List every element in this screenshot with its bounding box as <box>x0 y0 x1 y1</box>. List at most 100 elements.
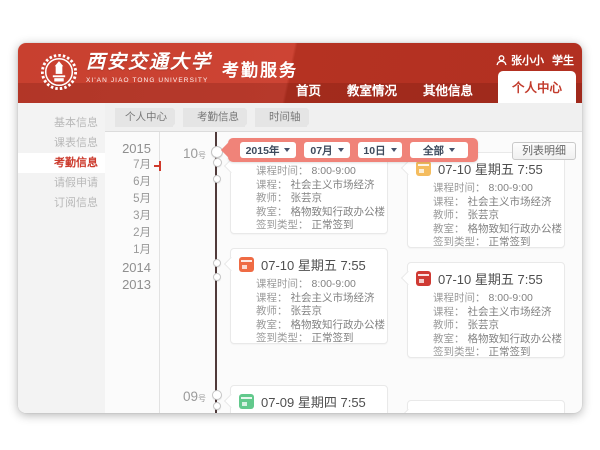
field-value: 张芸京 <box>468 209 500 221</box>
timeline-dot <box>213 158 222 167</box>
sidebar: 基本信息 课表信息 考勤信息 请假申请 订阅信息 <box>18 103 105 413</box>
calendar-icon <box>416 271 431 286</box>
field-label: 教室： <box>433 223 465 235</box>
field-value: 正常签到 <box>489 236 531 248</box>
timeline-nav-jan[interactable]: 1月 <box>105 242 159 259</box>
field-row: 课程：社会主义市场经济 <box>256 179 379 193</box>
field-label: 教室： <box>433 333 465 345</box>
field-value: 8:00-9:00 <box>489 182 533 194</box>
chevron-down-icon <box>391 148 397 152</box>
attendance-card[interactable]: 07-09 星期四 7:55 <box>230 385 388 413</box>
field-label: 课程： <box>256 179 288 191</box>
timeline-nav-2014[interactable]: 2014 <box>105 259 159 276</box>
year-select-value: 2015年 <box>246 143 280 158</box>
field-label: 教师： <box>433 209 465 221</box>
chevron-down-icon <box>449 148 455 152</box>
card-fields: 课程时间：8:00-9:00 课程：社会主义市场经济 教师：张芸京 教室：格物致… <box>433 292 556 360</box>
nav-item-classrooms[interactable]: 教室情况 <box>334 80 410 99</box>
breadcrumb-bar: 个人中心 考勤信息 时间轴 <box>105 103 582 132</box>
field-value: 格物致知行政办公楼 <box>468 333 563 345</box>
breadcrumb-personal-center[interactable]: 个人中心 <box>115 108 173 127</box>
card-date: 07-09 星期四 7:55 <box>261 392 366 411</box>
nav-item-home[interactable]: 首页 <box>283 80 334 99</box>
timeline-dot <box>212 390 222 400</box>
field-row: 教师：张芸京 <box>256 192 379 206</box>
attendance-card-partial[interactable] <box>407 400 565 413</box>
field-row: 课程时间：8:00-9:00 <box>433 182 556 196</box>
university-logo-icon <box>40 53 78 91</box>
field-value: 8:00-9:00 <box>312 165 356 177</box>
day-number: 09 <box>183 389 198 404</box>
field-row: 教室：格物致知行政办公楼 <box>256 319 379 333</box>
field-label: 课程时间： <box>433 182 486 194</box>
user-name: 张小小 <box>511 52 544 68</box>
nav-tab-personal-center[interactable]: 个人中心 <box>498 71 576 103</box>
sidebar-item-subscription-info[interactable]: 订阅信息 <box>18 193 105 213</box>
field-value: 张芸京 <box>468 319 500 331</box>
card-header: 07-09 星期四 7:55 <box>239 392 379 411</box>
timeline-dot <box>213 402 221 410</box>
day-label-09: 09号 <box>160 388 206 406</box>
day-select[interactable]: 10日 <box>358 142 402 158</box>
field-label: 教室： <box>256 319 288 331</box>
field-label: 签到类型： <box>433 346 486 358</box>
month-select[interactable]: 07月 <box>304 142 350 158</box>
main-nav: 首页 教室情况 其他信息 个人中心 <box>283 71 576 103</box>
card-header: 07-10 星期五 7:55 <box>239 255 379 274</box>
category-select[interactable]: 全部 <box>410 142 468 158</box>
year-select[interactable]: 2015年 <box>240 142 296 158</box>
calendar-icon <box>239 394 254 409</box>
field-value: 张芸京 <box>291 192 323 204</box>
sidebar-item-leave-request[interactable]: 请假申请 <box>18 173 105 193</box>
timeline-nav-feb[interactable]: 2月 <box>105 225 159 242</box>
attendance-card[interactable]: 07-10 星期五 7:55 课程时间：8:00-9:00 课程：社会主义市场经… <box>407 152 565 248</box>
app-window: 西安交通大学 XI'AN JIAO TONG UNIVERSITY 考勤服务 张… <box>18 43 582 413</box>
field-label: 课程时间： <box>256 278 309 290</box>
timeline-nav-jun[interactable]: 6月 <box>105 174 159 191</box>
field-value: 格物致知行政办公楼 <box>468 223 563 235</box>
card-fields: 课程时间：8:00-9:00 课程：社会主义市场经济 教师：张芸京 教室：格物致… <box>256 278 379 346</box>
field-row: 课程：社会主义市场经济 <box>433 306 556 320</box>
field-value: 8:00-9:00 <box>312 278 356 290</box>
timeline-nav-mar[interactable]: 3月 <box>105 208 159 225</box>
sidebar-item-basic-info[interactable]: 基本信息 <box>18 113 105 133</box>
brand-area: 西安交通大学 XI'AN JIAO TONG UNIVERSITY 考勤服务 <box>40 51 298 91</box>
field-value: 格物致知行政办公楼 <box>291 319 386 331</box>
card-fields: 课程时间：8:00-9:00 课程：社会主义市场经济 教师：张芸京 教室：格物致… <box>256 165 379 233</box>
breadcrumb: 个人中心 考勤信息 时间轴 <box>115 108 317 127</box>
attendance-card[interactable]: 07-10 星期五 7:55 课程时间：8:00-9:00 课程：社会主义市场经… <box>230 248 388 344</box>
chevron-down-icon <box>284 148 290 152</box>
field-label: 签到类型： <box>256 219 309 231</box>
field-value: 格物致知行政办公楼 <box>291 206 386 218</box>
month-select-value: 07月 <box>310 143 332 158</box>
field-label: 课程时间： <box>256 165 309 177</box>
field-row: 教室：格物致知行政办公楼 <box>433 333 556 347</box>
field-value: 社会主义市场经济 <box>468 306 552 318</box>
field-row: 课程：社会主义市场经济 <box>433 196 556 210</box>
field-value: 社会主义市场经济 <box>468 196 552 208</box>
breadcrumb-attendance-info[interactable]: 考勤信息 <box>183 108 245 127</box>
field-row: 教室：格物致知行政办公楼 <box>256 206 379 220</box>
field-label: 课程时间： <box>433 292 486 304</box>
sidebar-item-schedule-info[interactable]: 课表信息 <box>18 133 105 153</box>
date-filter-bubble: 2015年 07月 10日 全部 <box>228 138 478 162</box>
field-label: 教师： <box>256 305 288 317</box>
attendance-card[interactable]: 课程时间：8:00-9:00 课程：社会主义市场经济 教师：张芸京 教室：格物致… <box>230 150 388 234</box>
timeline-nav-may[interactable]: 5月 <box>105 191 159 208</box>
field-label: 教室： <box>256 206 288 218</box>
list-detail-button[interactable]: 列表明细 <box>512 142 576 160</box>
timeline-nav-2013[interactable]: 2013 <box>105 276 159 293</box>
timeline-dot <box>213 273 221 281</box>
university-name-cn: 西安交通大学 <box>86 51 212 75</box>
breadcrumb-timeline[interactable]: 时间轴 <box>255 108 307 127</box>
timeline-nav-2015[interactable]: 2015 <box>105 140 159 157</box>
field-label: 课程： <box>433 196 465 208</box>
timeline-nav-jul[interactable]: 7月 <box>105 157 159 174</box>
field-row: 教师：张芸京 <box>433 319 556 333</box>
field-row: 教室：格物致知行政办公楼 <box>433 223 556 237</box>
day-number: 10 <box>183 146 198 161</box>
nav-item-other-info[interactable]: 其他信息 <box>410 80 486 99</box>
sidebar-item-attendance-info[interactable]: 考勤信息 <box>18 153 105 173</box>
user-info[interactable]: 张小小 学生 <box>496 52 574 68</box>
attendance-card[interactable]: 07-10 星期五 7:55 课程时间：8:00-9:00 课程：社会主义市场经… <box>407 262 565 358</box>
